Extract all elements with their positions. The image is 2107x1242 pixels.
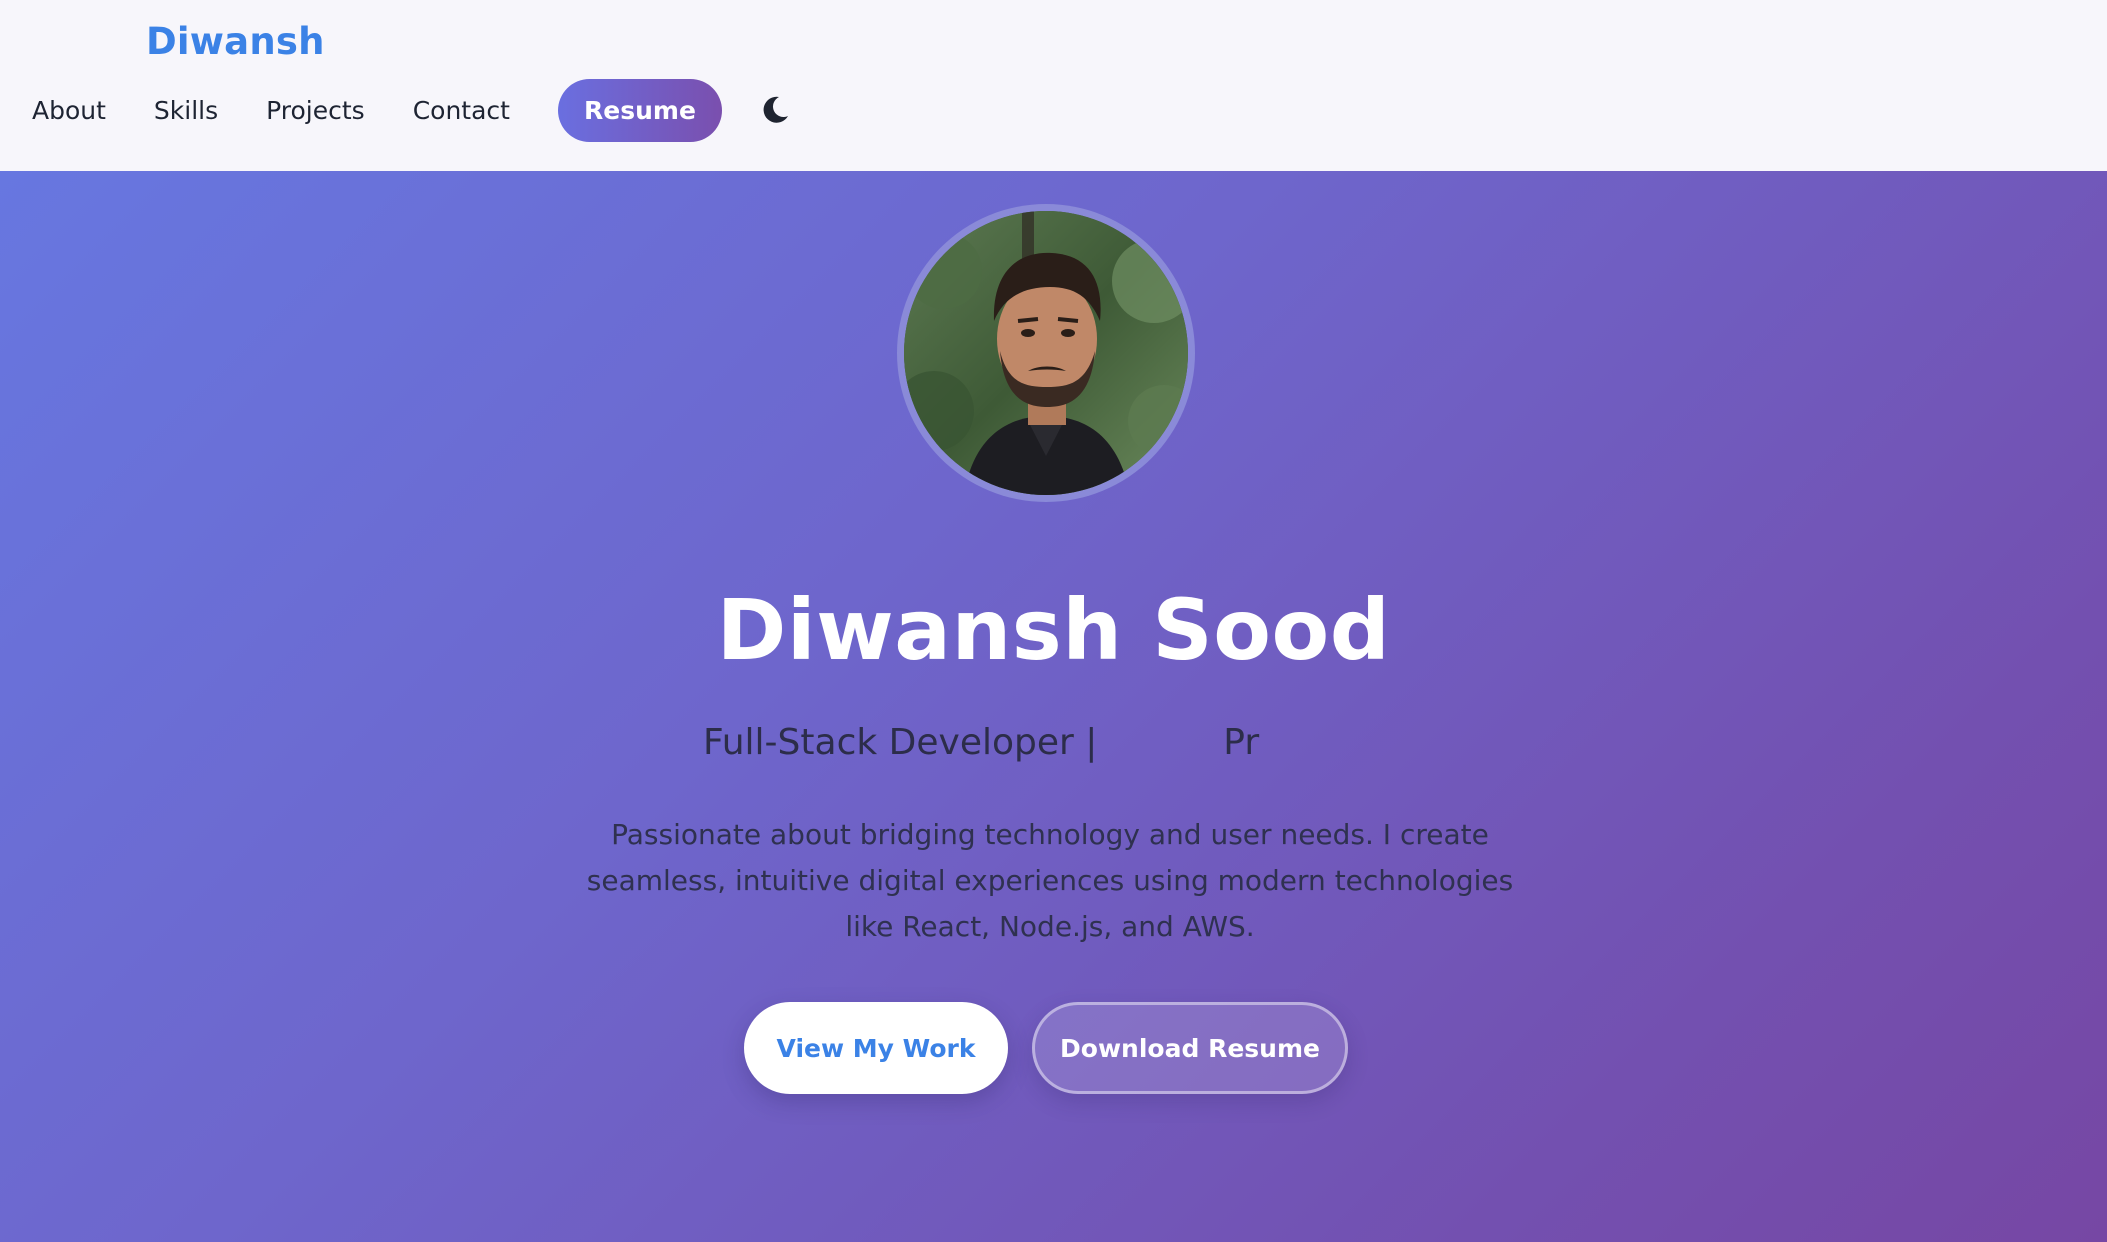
nav-link-contact[interactable]: Contact (413, 96, 510, 125)
hero-description: Passionate about bridging technology and… (586, 818, 1514, 943)
site-header: Diwansh About Skills Projects Contact Re… (0, 0, 2107, 171)
download-resume-button[interactable]: Download Resume (1032, 1002, 1348, 1094)
avatar-frame (897, 204, 1195, 502)
hero-name: Diwansh Sood (716, 581, 1391, 679)
nav-link-projects[interactable]: Projects (266, 96, 365, 125)
nav-link-about[interactable]: About (32, 96, 106, 125)
moon-icon (763, 96, 788, 123)
avatar (904, 211, 1188, 495)
theme-toggle-button[interactable] (757, 92, 793, 128)
brand-logo[interactable]: Diwansh (146, 20, 325, 63)
hero-role-typewriter: Full-Stack Developer | Pr (703, 722, 1260, 763)
hero-section: Diwansh Sood Full-Stack Developer | Pr P… (0, 171, 2107, 1242)
profile-photo (904, 211, 1188, 495)
nav-link-skills[interactable]: Skills (154, 96, 218, 125)
main-nav: About Skills Projects Contact Resume (32, 78, 722, 142)
hero-cta-group: View My Work Download Resume (744, 1002, 1348, 1094)
view-my-work-button[interactable]: View My Work (744, 1002, 1008, 1094)
resume-button[interactable]: Resume (557, 78, 722, 142)
